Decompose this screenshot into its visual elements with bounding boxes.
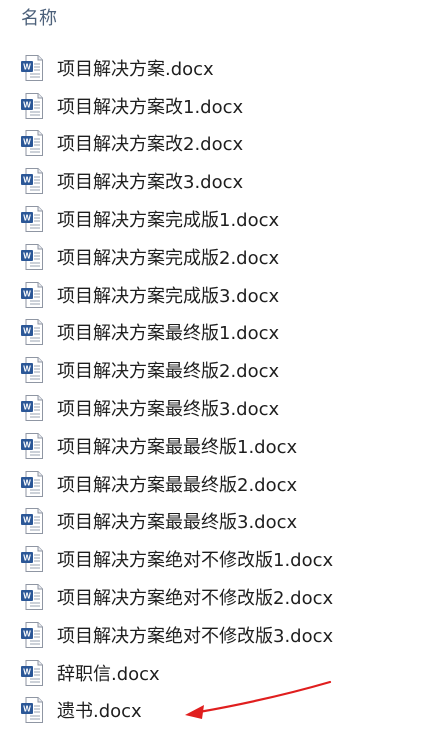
file-row[interactable]: W 项目解决方案完成版1.docx	[0, 200, 440, 238]
svg-text:W: W	[23, 554, 31, 563]
word-document-icon: W	[21, 508, 43, 535]
word-document-icon: W	[21, 281, 43, 308]
file-row[interactable]: W 项目解决方案绝对不修改版1.docx	[0, 540, 440, 578]
file-name: 项目解决方案.docx	[57, 58, 214, 80]
svg-text:W: W	[23, 592, 31, 601]
file-row[interactable]: W 项目解决方案.docx	[0, 49, 440, 87]
file-row[interactable]: W 项目解决方案绝对不修改版2.docx	[0, 578, 440, 616]
svg-text:W: W	[23, 667, 31, 676]
word-document-icon: W	[21, 659, 43, 686]
svg-text:W: W	[23, 214, 31, 223]
word-document-icon: W	[21, 319, 43, 346]
word-document-icon: W	[21, 130, 43, 157]
name-column-header[interactable]: 名称	[21, 2, 57, 32]
word-document-icon: W	[21, 92, 43, 119]
file-name: 项目解决方案最最终版2.docx	[57, 474, 298, 496]
file-name: 辞职信.docx	[57, 663, 160, 685]
file-row[interactable]: W 项目解决方案绝对不修改版3.docx	[0, 616, 440, 654]
word-document-icon: W	[21, 168, 43, 195]
word-document-icon: W	[21, 432, 43, 459]
file-name: 项目解决方案完成版3.docx	[57, 285, 280, 307]
word-document-icon: W	[21, 357, 43, 384]
file-name: 项目解决方案改3.docx	[57, 172, 244, 194]
svg-text:W: W	[23, 138, 31, 147]
word-document-icon: W	[21, 584, 43, 611]
svg-text:W: W	[23, 705, 31, 714]
svg-text:W: W	[23, 516, 31, 525]
file-row[interactable]: W 遗书.docx	[0, 692, 440, 730]
word-document-icon: W	[21, 54, 43, 81]
file-row[interactable]: W 项目解决方案最终版3.docx	[0, 389, 440, 427]
file-row[interactable]: W 项目解决方案最终版2.docx	[0, 351, 440, 389]
svg-text:W: W	[23, 403, 31, 412]
file-name: 项目解决方案最最终版3.docx	[57, 512, 298, 534]
svg-text:W: W	[23, 365, 31, 374]
file-name: 项目解决方案改2.docx	[57, 134, 244, 156]
file-row[interactable]: W 项目解决方案最终版1.docx	[0, 314, 440, 352]
svg-text:W: W	[23, 289, 31, 298]
svg-text:W: W	[23, 62, 31, 71]
word-document-icon: W	[21, 206, 43, 233]
file-row[interactable]: W 项目解决方案最最终版1.docx	[0, 427, 440, 465]
file-name: 项目解决方案绝对不修改版2.docx	[57, 588, 334, 610]
file-name: 遗书.docx	[57, 701, 142, 723]
file-row[interactable]: W 项目解决方案最最终版3.docx	[0, 503, 440, 541]
word-document-icon: W	[21, 470, 43, 497]
file-row[interactable]: W 项目解决方案完成版2.docx	[0, 238, 440, 276]
svg-text:W: W	[23, 100, 31, 109]
file-name: 项目解决方案绝对不修改版3.docx	[57, 625, 334, 647]
file-name: 项目解决方案完成版2.docx	[57, 247, 280, 269]
file-name: 项目解决方案完成版1.docx	[57, 210, 280, 232]
file-name: 项目解决方案最终版3.docx	[57, 399, 280, 421]
svg-text:W: W	[23, 440, 31, 449]
svg-text:W: W	[23, 629, 31, 638]
word-document-icon: W	[21, 395, 43, 422]
file-row[interactable]: W 项目解决方案改2.docx	[0, 125, 440, 163]
file-name: 项目解决方案最终版1.docx	[57, 323, 280, 345]
word-document-icon: W	[21, 621, 43, 648]
svg-text:W: W	[23, 176, 31, 185]
word-document-icon: W	[21, 697, 43, 724]
file-name: 项目解决方案最终版2.docx	[57, 361, 280, 383]
svg-text:W: W	[23, 478, 31, 487]
file-row[interactable]: W 项目解决方案完成版3.docx	[0, 276, 440, 314]
word-document-icon: W	[21, 546, 43, 573]
file-name: 项目解决方案改1.docx	[57, 96, 244, 118]
file-name: 项目解决方案最最终版1.docx	[57, 436, 298, 458]
svg-text:W: W	[23, 251, 31, 260]
file-row[interactable]: W 辞职信.docx	[0, 654, 440, 692]
file-row[interactable]: W 项目解决方案改3.docx	[0, 162, 440, 200]
file-row[interactable]: W 项目解决方案改1.docx	[0, 87, 440, 125]
name-column-label: 名称	[21, 8, 57, 29]
file-name: 项目解决方案绝对不修改版1.docx	[57, 550, 334, 572]
svg-text:W: W	[23, 327, 31, 336]
file-list: W 项目解决方案.docx W 项目解决方案改1.docx W 项目解决方案改2…	[0, 49, 440, 729]
file-row[interactable]: W 项目解决方案最最终版2.docx	[0, 465, 440, 503]
word-document-icon: W	[21, 243, 43, 270]
